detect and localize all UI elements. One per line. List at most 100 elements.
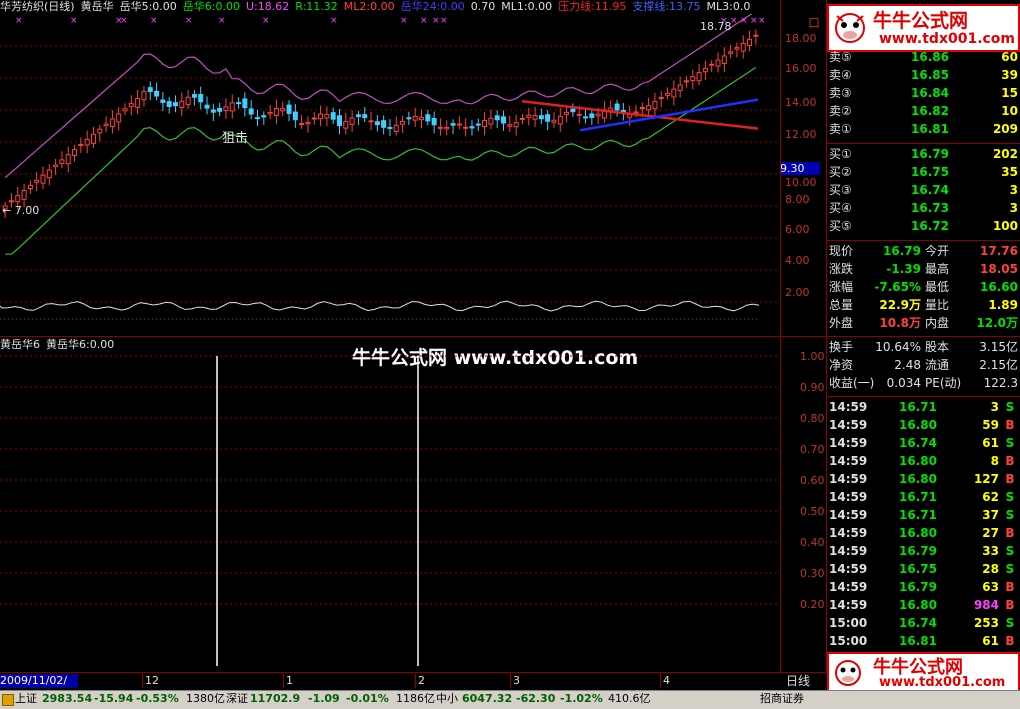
candle-body xyxy=(469,126,475,129)
panel-divider xyxy=(0,336,826,337)
tick-time: 14:59 xyxy=(829,454,868,468)
order-book-row[interactable]: 买⑤ 16.72 100 xyxy=(827,217,1020,235)
candle-body xyxy=(27,184,33,190)
candle-body xyxy=(721,55,727,64)
candle-body xyxy=(116,113,122,123)
logo-url: www.tdx001.com xyxy=(879,31,1016,47)
signal-x-marker: × xyxy=(15,16,23,26)
quote-label: 净资 xyxy=(829,358,854,372)
main-kline-chart[interactable]: ← 7.0018.78狙击× × ×× × × × × × × × × × × × × × × xyxy=(0,14,780,324)
order-book-volume: 209 xyxy=(992,122,1018,136)
candle-body xyxy=(97,128,103,134)
candle-body xyxy=(242,98,248,109)
tick-side: S xyxy=(1005,544,1015,558)
candle-body xyxy=(494,115,500,121)
date-axis-bar: 2009/11/02/一 121234 日线 xyxy=(0,672,826,701)
tick-row[interactable]: 14:59 16.80 984 B xyxy=(827,596,1020,614)
tick-time: 15:00 xyxy=(829,616,868,630)
signal-x-marker: × xyxy=(218,16,226,26)
order-book-label: 卖① xyxy=(829,122,852,136)
period-label[interactable]: 日线 xyxy=(786,673,824,689)
candle-body xyxy=(702,67,708,73)
sh-index-label[interactable]: 上证 xyxy=(15,691,37,707)
candle-body xyxy=(412,116,418,121)
quote-row: 外盘 10.8万 内盘 12.0万 xyxy=(827,314,1020,332)
sh-index-pct: -0.53% xyxy=(136,692,179,705)
header-item: ML3:0.0 xyxy=(706,0,751,13)
tick-row[interactable]: 14:59 16.79 63 B xyxy=(827,578,1020,596)
order-book-price: 16.81 xyxy=(911,122,949,136)
tick-time: 14:59 xyxy=(829,436,868,450)
zx-index-label[interactable]: 中小 xyxy=(436,691,458,707)
quote-label: 外盘 xyxy=(829,316,854,330)
axis-cap-icon: 口 xyxy=(808,16,821,30)
candle-body xyxy=(728,51,734,54)
candle-body xyxy=(362,114,368,119)
order-book-label: 买② xyxy=(829,165,852,179)
sh-index-value: 2983.54 xyxy=(42,692,93,705)
tick-row[interactable]: 15:00 16.81 61 B xyxy=(827,632,1020,650)
tick-list[interactable]: 14:59 16.71 3 S 14:59 16.80 59 B 14:59 16.74 61 S 14… xyxy=(827,398,1020,650)
candlesticks xyxy=(2,29,759,218)
tick-row[interactable]: 15:00 16.74 253 S xyxy=(827,614,1020,632)
order-book-row[interactable]: 卖① 16.81 209 xyxy=(827,120,1020,138)
tick-row[interactable]: 14:59 16.80 27 B xyxy=(827,524,1020,542)
tick-row[interactable]: 14:59 16.71 3 S xyxy=(827,398,1020,416)
candle-body xyxy=(273,107,279,116)
candle-body xyxy=(709,63,715,66)
candle-body xyxy=(254,117,260,120)
candle-body xyxy=(368,120,374,123)
candle-body xyxy=(109,118,115,127)
tick-row[interactable]: 14:59 16.75 28 S xyxy=(827,560,1020,578)
candle-body xyxy=(135,98,141,108)
logo-bottom: 牛牛公式网 www.tdx001.com xyxy=(827,652,1020,694)
order-book-row[interactable]: 卖③ 16.84 15 xyxy=(827,84,1020,102)
order-book-row[interactable]: 卖⑤ 16.86 60 xyxy=(827,48,1020,66)
candle-body xyxy=(34,179,40,183)
date-tick: 4 xyxy=(660,674,670,688)
candle-body xyxy=(747,38,753,46)
order-book-row[interactable]: 买③ 16.74 3 xyxy=(827,181,1020,199)
candle-body xyxy=(646,105,652,111)
header-item: 华芳纺织(日线) xyxy=(0,0,75,13)
tick-row[interactable]: 14:59 16.71 62 S xyxy=(827,488,1020,506)
logo-top: 牛牛公式网 www.tdx001.com xyxy=(827,4,1020,52)
tick-row[interactable]: 14:59 16.80 127 B xyxy=(827,470,1020,488)
candle-body xyxy=(204,104,210,109)
quote-label: 换手 xyxy=(829,340,854,354)
candle-body xyxy=(154,90,160,97)
tick-volume: 33 xyxy=(982,544,999,558)
candle-body xyxy=(532,115,538,120)
order-book-row[interactable]: 买② 16.75 35 xyxy=(827,163,1020,181)
tick-row[interactable]: 14:59 16.80 59 B xyxy=(827,416,1020,434)
candle-body xyxy=(166,101,172,107)
order-book-row[interactable]: 买④ 16.73 3 xyxy=(827,199,1020,217)
sub-indicator-chart[interactable] xyxy=(0,352,780,670)
signal-x-marker: × xyxy=(740,16,748,26)
ask-list: 卖⑤ 16.86 60 卖④ 16.85 39 卖③ 16.84 15 卖② 16.82 10 卖① 16… xyxy=(827,48,1020,138)
sh-index-amount: 1380亿 xyxy=(186,692,225,705)
order-book-row[interactable]: 卖② 16.82 10 xyxy=(827,102,1020,120)
order-book-label: 卖④ xyxy=(829,68,852,82)
date-tick: 1 xyxy=(283,674,293,688)
header-item: ML1:0.00 xyxy=(501,0,553,13)
candle-body xyxy=(191,94,197,98)
price-tick-label: 10.00 xyxy=(785,176,817,189)
tick-row[interactable]: 14:59 16.74 61 S xyxy=(827,434,1020,452)
tick-row[interactable]: 14:59 16.71 37 S xyxy=(827,506,1020,524)
order-book-row[interactable]: 卖④ 16.85 39 xyxy=(827,66,1020,84)
candle-body xyxy=(551,119,557,123)
candle-body xyxy=(160,99,166,103)
book-divider xyxy=(827,143,1020,144)
candle-body xyxy=(210,109,216,113)
tick-row[interactable]: 14:59 16.79 33 S xyxy=(827,542,1020,560)
order-book-row[interactable]: 买① 16.79 202 xyxy=(827,145,1020,163)
tick-time: 15:00 xyxy=(829,634,868,648)
header-item: 岳华6:0.00 xyxy=(182,0,240,13)
sz-index-value: 11702.9 xyxy=(250,692,301,705)
tick-row[interactable]: 14:59 16.80 8 B xyxy=(827,452,1020,470)
candle-body xyxy=(261,115,267,118)
sz-index-label[interactable]: 深证 xyxy=(226,691,248,707)
order-book-volume: 3 xyxy=(1009,183,1018,197)
sh-index-change: -15.94 xyxy=(94,692,134,705)
